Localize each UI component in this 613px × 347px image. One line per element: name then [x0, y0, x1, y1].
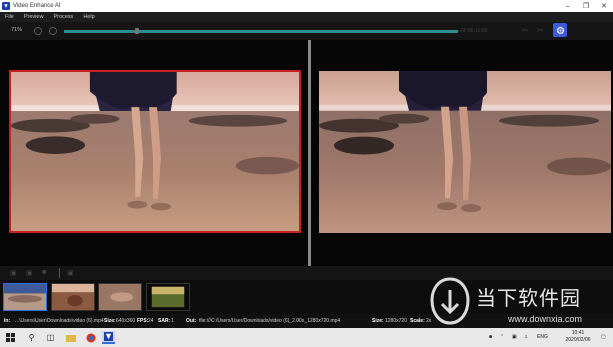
menu-bar: File Preview Process Help: [0, 12, 613, 22]
video-thumbnail[interactable]: [3, 283, 47, 311]
people-icon[interactable]: ☻: [488, 334, 493, 340]
video-thumbnail-image: [4, 284, 46, 310]
clock-date: 2020/02/06: [565, 337, 591, 343]
keyboard-language[interactable]: ENG: [537, 334, 548, 340]
input-size-label: Size:: [104, 318, 116, 324]
tray-chevron-icon[interactable]: ⌃: [500, 334, 504, 340]
input-label: In:: [4, 318, 11, 324]
windows-taskbar: ⚲ ◫ ☻ ⌃ ▣ ♫ ENG 10:41 2020/02/06 ▢: [0, 328, 613, 347]
timecode: 00:00:10:00: [461, 28, 488, 34]
fps-label: FPS:: [137, 318, 149, 324]
enhanced-preview-pane: [311, 40, 613, 266]
original-preview-pane: [0, 40, 308, 266]
settings-button[interactable]: [553, 23, 567, 37]
scale-label: Scale:: [410, 318, 425, 324]
output-label: Out:: [186, 318, 197, 324]
search-icon[interactable]: ⚲: [25, 331, 38, 344]
output-size-label: Size:: [372, 318, 384, 324]
video-enhance-ai-taskbar-icon[interactable]: [102, 331, 115, 344]
sar-value: 1: [171, 318, 174, 324]
video-thumbnail[interactable]: [51, 283, 95, 311]
notification-icon[interactable]: ▢: [601, 334, 606, 340]
video-thumbnail[interactable]: [146, 283, 190, 311]
trim-start-icon[interactable]: ✂: [522, 26, 529, 35]
zoom-level[interactable]: 71%: [11, 27, 22, 33]
menu-process[interactable]: Process: [53, 14, 73, 20]
video-thumbnail[interactable]: [98, 283, 142, 311]
window-title: Video Enhance AI: [13, 3, 61, 9]
beach-scene-image: [11, 72, 299, 231]
input-path: ...\Users\User\Downloads\video (6).mp4: [15, 318, 104, 324]
timeline-progress[interactable]: [64, 30, 458, 33]
task-view-icon[interactable]: ◫: [44, 331, 57, 344]
menu-help[interactable]: Help: [83, 14, 94, 20]
menu-file[interactable]: File: [5, 14, 14, 20]
chrome-icon[interactable]: [84, 331, 97, 344]
close-icon[interactable]: ✕: [595, 0, 613, 12]
clock-time: 10:41: [571, 330, 585, 336]
maximize-icon[interactable]: ❐: [577, 0, 595, 12]
add-video-icon[interactable]: ▣: [10, 269, 17, 277]
beach-scene-enhanced-image: [319, 71, 611, 233]
zoom-out-icon[interactable]: [34, 27, 42, 35]
fps-value: 24: [148, 318, 154, 324]
site-watermark: 当下软件园 www.downxia.com: [428, 276, 608, 334]
watermark-brand: 当下软件园: [476, 286, 581, 310]
delete-icon[interactable]: ■: [42, 269, 46, 276]
original-video-frame[interactable]: [9, 70, 301, 233]
title-bar: Video Enhance AI – ❐ ✕: [0, 0, 613, 12]
output-size: 1280x720: [385, 318, 407, 324]
system-clock[interactable]: 10:41 2020/02/06: [560, 330, 596, 344]
sar-label: SAR:: [158, 318, 171, 324]
watermark-url: www.downxia.com: [508, 314, 583, 324]
watermark-logo-icon: [430, 277, 470, 325]
toolbar-separator: [59, 268, 60, 278]
timeline-playhead[interactable]: [135, 28, 139, 34]
video-thumbnail-image: [52, 284, 94, 310]
input-size: 640x360: [116, 318, 136, 324]
toolbar: 71% 00:00:10:00 ✂ ✂: [0, 22, 613, 40]
file-explorer-icon[interactable]: [64, 331, 77, 344]
network-icon[interactable]: ▣: [512, 334, 517, 340]
video-thumbnail-image: [147, 284, 189, 310]
output-path: file:///C:/Users/User/Downloads/video (6…: [199, 318, 341, 324]
menu-preview[interactable]: Preview: [24, 14, 44, 20]
start-icon[interactable]: [4, 331, 17, 344]
enhanced-video-frame[interactable]: [319, 71, 611, 233]
gear-icon: [556, 26, 564, 34]
zoom-in-icon[interactable]: [49, 27, 57, 35]
export-icon[interactable]: ▣: [67, 269, 74, 277]
volume-icon[interactable]: ♫: [524, 334, 528, 340]
trim-end-icon[interactable]: ✂: [537, 26, 544, 35]
minimize-icon[interactable]: –: [559, 0, 577, 12]
add-clip-icon[interactable]: ▣: [26, 269, 33, 277]
app-logo-icon: [2, 2, 10, 10]
video-thumbnail-image: [99, 284, 141, 310]
